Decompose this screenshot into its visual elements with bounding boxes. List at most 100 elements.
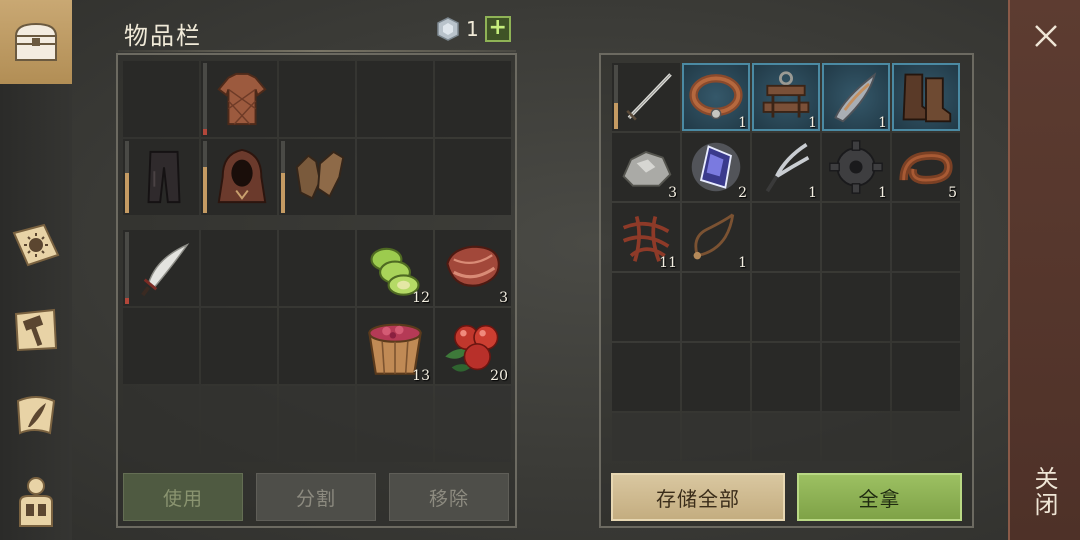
backpack-slot[interactable]: 13 xyxy=(357,308,433,384)
storage-slot[interactable] xyxy=(612,273,680,341)
nav-inventory-chest[interactable] xyxy=(0,0,72,84)
close-panel[interactable]: 关闭 xyxy=(1008,0,1080,540)
equipment-grid xyxy=(123,61,511,215)
storage-panel: 1 1 1 3 2 1 1 5 11 1 xyxy=(599,53,974,528)
crystal-icon xyxy=(691,142,741,192)
backpack-slot[interactable] xyxy=(279,308,355,384)
nav-crafting[interactable] xyxy=(0,290,72,370)
storage-slot[interactable]: 1 xyxy=(822,63,890,131)
split-button[interactable]: 分割 xyxy=(256,473,376,521)
gloves-icon xyxy=(295,150,345,200)
storage-slot[interactable] xyxy=(892,203,960,271)
item-quantity: 3 xyxy=(499,290,508,306)
storage-slot[interactable] xyxy=(682,343,750,411)
storage-slot[interactable] xyxy=(612,343,680,411)
currency-display: 1 + xyxy=(436,16,511,42)
item-quantity: 1 xyxy=(738,255,747,271)
close-icon[interactable] xyxy=(1030,20,1062,52)
storage-slot[interactable] xyxy=(822,273,890,341)
raw-meat-icon xyxy=(446,245,500,287)
take-all-button[interactable]: 全拿 xyxy=(797,473,962,521)
item-quantity: 13 xyxy=(412,368,430,384)
hammer-map-icon xyxy=(14,308,58,352)
storage-slot[interactable] xyxy=(612,63,680,131)
locked-slot xyxy=(357,386,433,462)
backpack-slot[interactable] xyxy=(123,308,199,384)
equipment-slot[interactable] xyxy=(279,139,355,215)
backpack-grid: 12 3 13 20 xyxy=(123,230,511,462)
item-quantity: 1 xyxy=(808,115,817,131)
storage-slot[interactable]: 11 xyxy=(612,203,680,271)
blade-fragment-icon xyxy=(834,72,877,123)
storage-slot[interactable] xyxy=(892,413,960,461)
title-divider xyxy=(118,50,516,52)
locked-slot xyxy=(123,386,199,462)
equipment-slot[interactable] xyxy=(279,61,355,137)
item-quantity: 1 xyxy=(808,185,817,201)
collar-icon xyxy=(689,74,743,120)
hood-icon xyxy=(217,148,267,204)
nav-skills[interactable] xyxy=(0,205,72,285)
iron-ore-icon xyxy=(622,151,672,187)
storage-slot[interactable] xyxy=(682,273,750,341)
item-quantity: 1 xyxy=(878,185,887,201)
storage-slot[interactable]: 3 xyxy=(612,133,680,201)
storage-slot[interactable] xyxy=(752,203,820,271)
backpack-slot[interactable]: 12 xyxy=(357,230,433,306)
equipment-slot[interactable] xyxy=(435,139,511,215)
storage-slot[interactable] xyxy=(822,413,890,461)
storage-grid: 1 1 1 3 2 1 1 5 11 1 xyxy=(612,63,960,461)
equipment-slot[interactable] xyxy=(123,139,199,215)
shackle-icon xyxy=(762,71,810,118)
backpack-slot[interactable] xyxy=(123,230,199,306)
storage-slot[interactable] xyxy=(892,343,960,411)
leather-strap-icon xyxy=(899,151,953,185)
backpack-slot[interactable] xyxy=(279,230,355,306)
scroll-quill-icon xyxy=(16,396,56,435)
storage-slot[interactable] xyxy=(682,413,750,461)
chest-icon xyxy=(14,22,58,61)
equipment-slot[interactable] xyxy=(201,61,277,137)
equipment-slot[interactable] xyxy=(123,61,199,137)
storage-slot[interactable]: 5 xyxy=(892,133,960,201)
backpack-slot[interactable] xyxy=(201,308,277,384)
storage-slot[interactable] xyxy=(612,413,680,461)
storage-slot[interactable]: 2 xyxy=(682,133,750,201)
equipment-slot[interactable] xyxy=(357,139,433,215)
backpack-slot[interactable] xyxy=(201,230,277,306)
storage-slot[interactable] xyxy=(752,413,820,461)
storage-slot[interactable] xyxy=(752,273,820,341)
storage-slot[interactable]: 1 xyxy=(822,133,890,201)
backpack-slot[interactable]: 20 xyxy=(435,308,511,384)
storage-slot[interactable]: 1 xyxy=(682,63,750,131)
nav-character[interactable] xyxy=(0,460,72,540)
storage-slot[interactable] xyxy=(822,203,890,271)
fork-blade-icon xyxy=(765,143,810,193)
item-quantity: 3 xyxy=(668,185,677,201)
storage-slot[interactable] xyxy=(752,343,820,411)
storage-slot[interactable] xyxy=(892,273,960,341)
use-button[interactable]: 使用 xyxy=(123,473,243,521)
add-currency-button[interactable]: + xyxy=(484,16,511,42)
storage-slot[interactable] xyxy=(822,343,890,411)
storage-slot[interactable]: 1 xyxy=(752,63,820,131)
close-label[interactable]: 关闭 xyxy=(1030,466,1062,518)
item-quantity: 1 xyxy=(878,115,887,131)
pants-icon xyxy=(147,150,181,204)
equipment-slot[interactable] xyxy=(435,61,511,137)
storage-slot[interactable]: 1 xyxy=(752,133,820,201)
item-quantity: 2 xyxy=(738,185,747,201)
backpack-slot[interactable]: 3 xyxy=(435,230,511,306)
sword-icon xyxy=(626,73,672,121)
locked-slot xyxy=(279,386,355,462)
remove-button[interactable]: 移除 xyxy=(389,473,509,521)
nav-journal[interactable] xyxy=(0,375,72,455)
item-quantity: 1 xyxy=(738,115,747,131)
gear-part-icon xyxy=(829,140,883,194)
storage-slot[interactable]: 1 xyxy=(682,203,750,271)
equipment-slot[interactable] xyxy=(201,139,277,215)
store-all-button[interactable]: 存储全部 xyxy=(611,473,785,521)
equipment-slot[interactable] xyxy=(357,61,433,137)
currency-value: 1 xyxy=(466,17,479,41)
storage-slot[interactable] xyxy=(892,63,960,131)
